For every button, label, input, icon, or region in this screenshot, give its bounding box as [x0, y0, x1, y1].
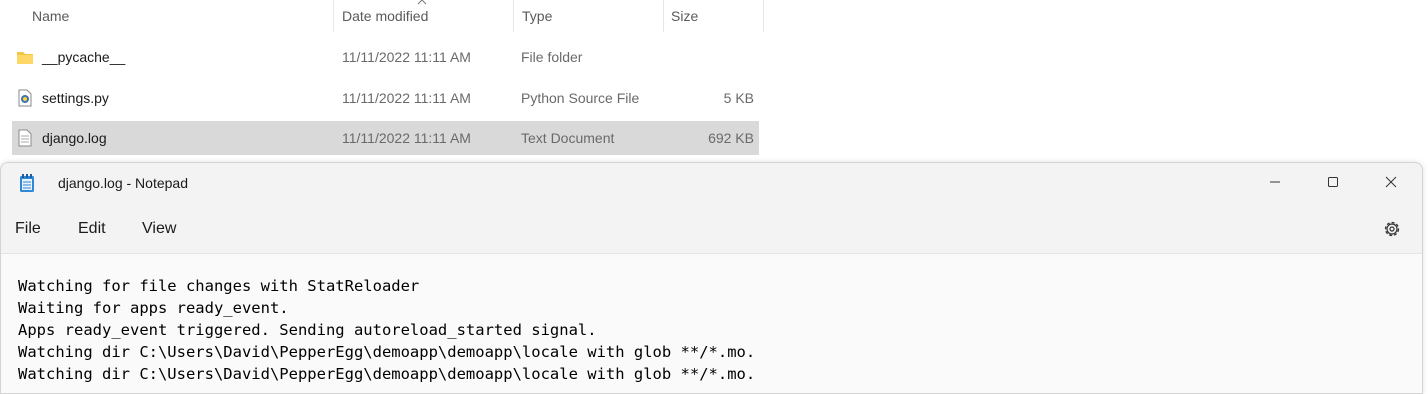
column-divider[interactable]: [663, 0, 664, 32]
column-divider[interactable]: [763, 0, 764, 32]
editor-line: Apps ready_event triggered. Sending auto…: [18, 321, 597, 339]
chevron-up-icon: [417, 0, 427, 5]
menu-edit[interactable]: Edit: [78, 211, 106, 247]
column-divider[interactable]: [513, 0, 514, 32]
editor-line: Waiting for apps ready_event.: [18, 299, 289, 317]
window-title: django.log - Notepad: [58, 175, 188, 191]
column-header-type[interactable]: Type: [522, 0, 552, 32]
file-type: Text Document: [521, 130, 615, 146]
file-type: Python Source File: [521, 90, 640, 106]
folder-icon: [17, 52, 33, 64]
menu-view[interactable]: View: [142, 211, 176, 247]
editor-line: Watching dir C:\Users\David\PepperEgg\de…: [18, 343, 756, 361]
editor-line: Watching for file changes with StatReloa…: [18, 277, 420, 295]
close-button[interactable]: [1362, 163, 1420, 201]
title-bar[interactable]: django.log - Notepad: [1, 163, 1422, 203]
file-date-modified: 11/11/2022 11:11 AM: [342, 90, 471, 106]
menu-file[interactable]: File: [15, 211, 41, 247]
column-header-size-label: Size: [671, 8, 699, 24]
column-header-date-modified-label: Date modified: [342, 8, 429, 24]
notepad-icon: [20, 174, 34, 192]
gear-icon: [1384, 221, 1400, 237]
column-header-name-label: Name: [32, 8, 70, 24]
column-header-name[interactable]: Name: [32, 0, 69, 32]
minimize-button[interactable]: [1246, 163, 1304, 201]
file-size: 692 KB: [708, 130, 754, 146]
menu-bar: File Edit View: [1, 211, 1422, 247]
file-date-modified: 11/11/2022 11:11 AM: [342, 130, 471, 146]
file-type: File folder: [521, 49, 583, 65]
maximize-button[interactable]: [1304, 163, 1362, 201]
file-row-django-log[interactable]: django.log 11/11/2022 11:11 AM Text Docu…: [12, 121, 759, 155]
settings-button[interactable]: [1380, 217, 1404, 241]
text-file-icon: [18, 129, 32, 147]
column-header-size[interactable]: Size: [671, 0, 698, 32]
file-date-modified: 11/11/2022 11:11 AM: [342, 49, 471, 65]
file-row-settings-py[interactable]: settings.py 11/11/2022 11:11 AM Python S…: [12, 81, 759, 115]
file-name: django.log: [42, 130, 107, 146]
file-size: 5 KB: [723, 90, 754, 106]
editor-line: Watching dir C:\Users\David\PepperEgg\de…: [18, 365, 756, 383]
file-name: settings.py: [42, 90, 109, 106]
file-row-pycache[interactable]: __pycache__ 11/11/2022 11:11 AM File fol…: [12, 40, 759, 74]
minimize-icon: [1270, 181, 1280, 183]
maximize-icon: [1328, 177, 1338, 187]
file-explorer-window: Name Date modified Type Size __pycache__…: [0, 0, 1428, 165]
column-divider[interactable]: [333, 0, 334, 32]
column-header-type-label: Type: [522, 8, 553, 24]
python-file-icon: [18, 89, 32, 107]
column-header-date-modified[interactable]: Date modified: [342, 0, 428, 32]
notepad-window: django.log - Notepad File Edit View Watc…: [0, 162, 1423, 394]
text-editor[interactable]: Watching for file changes with StatReloa…: [1, 253, 1422, 393]
file-name: __pycache__: [42, 49, 126, 65]
close-icon: [1385, 176, 1397, 188]
